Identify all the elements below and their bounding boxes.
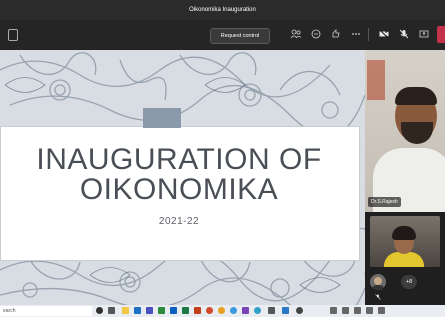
network-icon[interactable] [330,307,337,314]
notification-icon[interactable] [378,307,385,314]
app-icon[interactable] [230,307,237,314]
people-icon[interactable] [290,28,302,40]
participant-name: Dr.S.Rajesh [371,199,398,205]
request-control-button[interactable]: Request control [210,28,270,44]
app-icon[interactable] [218,307,225,314]
excel-icon[interactable] [182,307,189,314]
share-icon[interactable] [418,28,430,40]
slide-subtitle: 2021-22 [158,216,200,227]
chat-icon[interactable] [310,28,322,40]
weather-icon[interactable] [296,307,303,314]
volume-icon[interactable] [342,307,349,314]
avatar-body [371,285,385,290]
participant-video-main[interactable]: Dr.S.Rajesh [365,50,445,212]
participant-video-secondary[interactable] [370,216,440,267]
participant-hair [395,87,437,105]
app-icon[interactable] [206,307,213,314]
more-icon[interactable] [350,28,362,40]
meeting-toolbar: Request control [0,20,445,50]
toolbar-divider [368,28,369,41]
word-icon[interactable] [170,307,177,314]
app-icon[interactable] [242,307,249,314]
windows-taskbar: earch [0,305,445,317]
shared-slide: INAUGURATION OF OIKONOMIKA 2021-22 [0,50,365,305]
reactions-icon[interactable] [330,28,342,40]
slide-title-line-1: INAUGURATION OF [36,143,322,176]
taskbar-search-input[interactable]: earch [0,306,92,316]
more-participants-badge[interactable]: +8 [401,275,417,289]
file-explorer-icon[interactable] [122,307,129,314]
wall-frame [367,60,385,100]
search-icon[interactable] [96,307,103,314]
window-title-bar: Oikonomika Inauguration [0,0,445,20]
task-view-icon[interactable] [108,307,115,314]
chrome-icon[interactable] [158,307,165,314]
app-icon[interactable] [282,307,289,314]
keyboard-icon[interactable] [366,307,373,314]
participant-mic-off-icon [375,294,381,302]
slide-title-line-2: OIKONOMIKA [79,173,279,206]
participant-body [384,252,424,267]
battery-icon[interactable] [354,307,361,314]
teams-icon[interactable] [146,307,153,314]
device-icon[interactable] [8,29,18,41]
participants-panel: Dr.S.Rajesh +8 [365,50,445,305]
window-title: Oikonomika Inauguration [189,7,256,13]
title-accent-block [143,108,181,128]
app-icon[interactable] [254,307,261,314]
avatar-face [374,277,382,285]
participant-avatar[interactable] [370,274,386,290]
app-icon[interactable] [268,307,275,314]
request-control-label: Request control [220,33,260,39]
camera-off-icon[interactable] [378,28,390,40]
edge-icon[interactable] [134,307,141,314]
participant-hair [392,226,416,240]
participant-name-tag: Dr.S.Rajesh [368,197,401,207]
mic-off-icon[interactable] [398,28,410,40]
powerpoint-icon[interactable] [194,307,201,314]
leave-button[interactable] [437,26,445,43]
slide-title: INAUGURATION OF OIKONOMIKA [0,145,358,205]
